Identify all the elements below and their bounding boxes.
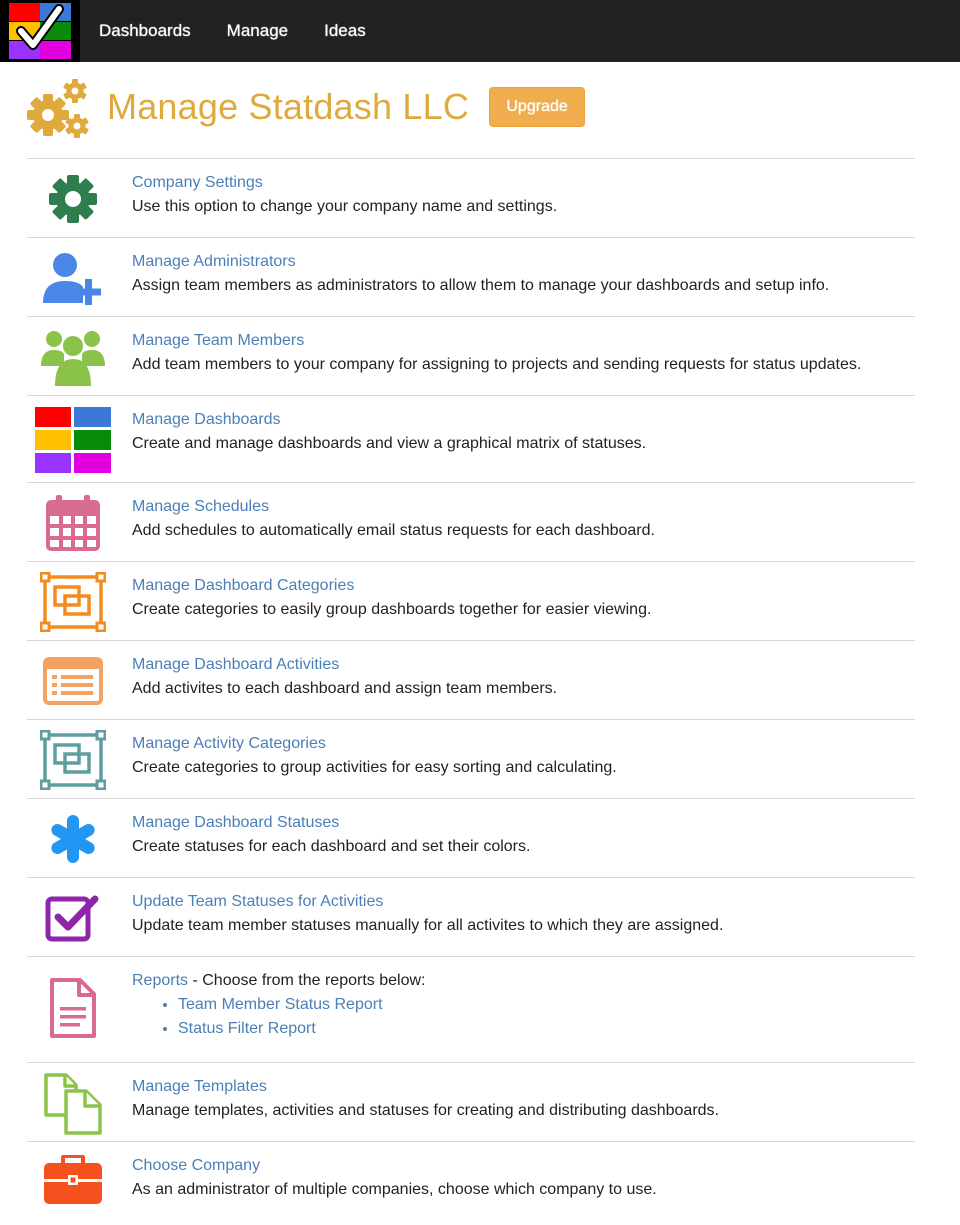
manage-administrators-link[interactable]: Manage Administrators bbox=[132, 253, 296, 270]
manage-dashboard-categories-link[interactable]: Manage Dashboard Categories bbox=[132, 577, 354, 594]
list-item-company-settings: Company Settings Use this option to chan… bbox=[27, 159, 915, 238]
reports-instruction: - Choose from the reports below: bbox=[188, 972, 426, 989]
item-description: Create categories to group activities fo… bbox=[132, 759, 617, 776]
company-settings-link[interactable]: Company Settings bbox=[132, 174, 263, 191]
list-item-manage-dashboards: Manage Dashboards Create and manage dash… bbox=[27, 396, 915, 483]
item-description: Assign team members as administrators to… bbox=[132, 277, 830, 294]
manage-main: Manage Statdash LLC Upgrade Company Sett… bbox=[27, 62, 915, 1212]
checkbox-icon bbox=[45, 895, 99, 942]
page-title: Manage Statdash LLC bbox=[107, 86, 470, 127]
asterisk-icon bbox=[51, 815, 95, 863]
team-icon bbox=[41, 331, 105, 386]
list-item-manage-templates: Manage Templates Manage templates, activ… bbox=[27, 1063, 915, 1142]
manage-dashboards-link[interactable]: Manage Dashboards bbox=[132, 411, 281, 428]
item-description: Create categories to easily group dashbo… bbox=[132, 601, 652, 618]
color-grid-icon bbox=[35, 407, 111, 473]
list-item-manage-dashboard-categories: Manage Dashboard Categories Create categ… bbox=[27, 562, 915, 641]
list-item-manage-administrators: Manage Administrators Assign team member… bbox=[27, 238, 915, 317]
upgrade-button[interactable]: Upgrade bbox=[489, 87, 586, 127]
nav-links: Dashboards Manage Ideas bbox=[99, 21, 402, 41]
nav-manage[interactable]: Manage bbox=[227, 21, 288, 41]
logo-checkmark-icon bbox=[9, 3, 71, 59]
manage-dashboard-activities-link[interactable]: Manage Dashboard Activities bbox=[132, 656, 339, 673]
document-icon bbox=[50, 978, 96, 1038]
copy-icon bbox=[44, 1073, 102, 1135]
list-item: Status Filter Report bbox=[178, 1017, 425, 1041]
page-header: Manage Statdash LLC Upgrade bbox=[27, 62, 915, 159]
gears-icon bbox=[27, 79, 89, 138]
status-filter-report-link[interactable]: Status Filter Report bbox=[178, 1020, 316, 1037]
list-item-manage-activity-categories: Manage Activity Categories Create catego… bbox=[27, 720, 915, 799]
list-item-manage-dashboard-statuses: Manage Dashboard Statuses Create statuse… bbox=[27, 799, 915, 878]
manage-team-members-link[interactable]: Manage Team Members bbox=[132, 332, 304, 349]
item-description: Add activites to each dashboard and assi… bbox=[132, 680, 558, 697]
list-item: Team Member Status Report bbox=[178, 993, 425, 1017]
item-description: Use this option to change your company n… bbox=[132, 198, 558, 215]
briefcase-icon bbox=[44, 1155, 102, 1204]
list-item-choose-company: Choose Company As an administrator of mu… bbox=[27, 1142, 915, 1212]
list-item-reports: Reports - Choose from the reports below:… bbox=[27, 957, 915, 1063]
item-description: Add schedules to automatically email sta… bbox=[132, 522, 655, 539]
statdash-logo[interactable] bbox=[0, 0, 80, 62]
calendar-icon bbox=[46, 495, 100, 551]
manage-dashboard-statuses-link[interactable]: Manage Dashboard Statuses bbox=[132, 814, 339, 831]
list-item-manage-schedules: Manage Schedules Add schedules to automa… bbox=[27, 483, 915, 562]
team-member-status-report-link[interactable]: Team Member Status Report bbox=[178, 996, 383, 1013]
manage-activity-categories-link[interactable]: Manage Activity Categories bbox=[132, 735, 326, 752]
group-objects-icon bbox=[40, 572, 106, 632]
update-team-statuses-link[interactable]: Update Team Statuses for Activities bbox=[132, 893, 383, 910]
gear-icon bbox=[49, 175, 97, 223]
item-description: Add team members to your company for ass… bbox=[132, 356, 862, 373]
reports-link[interactable]: Reports bbox=[132, 972, 188, 989]
choose-company-link[interactable]: Choose Company bbox=[132, 1157, 260, 1174]
report-list: Team Member Status Report Status Filter … bbox=[132, 993, 425, 1041]
list-item-update-team-statuses: Update Team Statuses for Activities Upda… bbox=[27, 878, 915, 957]
item-description: Manage templates, activities and statuse… bbox=[132, 1102, 719, 1119]
item-description: Create statuses for each dashboard and s… bbox=[132, 838, 531, 855]
item-description: Create and manage dashboards and view a … bbox=[132, 435, 647, 452]
nav-ideas[interactable]: Ideas bbox=[324, 21, 366, 41]
list-icon bbox=[43, 657, 103, 705]
list-item-manage-dashboard-activities: Manage Dashboard Activities Add activite… bbox=[27, 641, 915, 720]
item-description: As an administrator of multiple companie… bbox=[132, 1181, 657, 1198]
add-user-icon bbox=[43, 253, 101, 305]
manage-templates-link[interactable]: Manage Templates bbox=[132, 1078, 267, 1095]
item-description: Update team member statuses manually for… bbox=[132, 917, 724, 934]
top-navbar: Dashboards Manage Ideas bbox=[0, 0, 960, 62]
nav-dashboards[interactable]: Dashboards bbox=[99, 21, 191, 41]
group-objects-icon bbox=[40, 730, 106, 790]
list-item-manage-team-members: Manage Team Members Add team members to … bbox=[27, 317, 915, 396]
manage-schedules-link[interactable]: Manage Schedules bbox=[132, 498, 269, 515]
